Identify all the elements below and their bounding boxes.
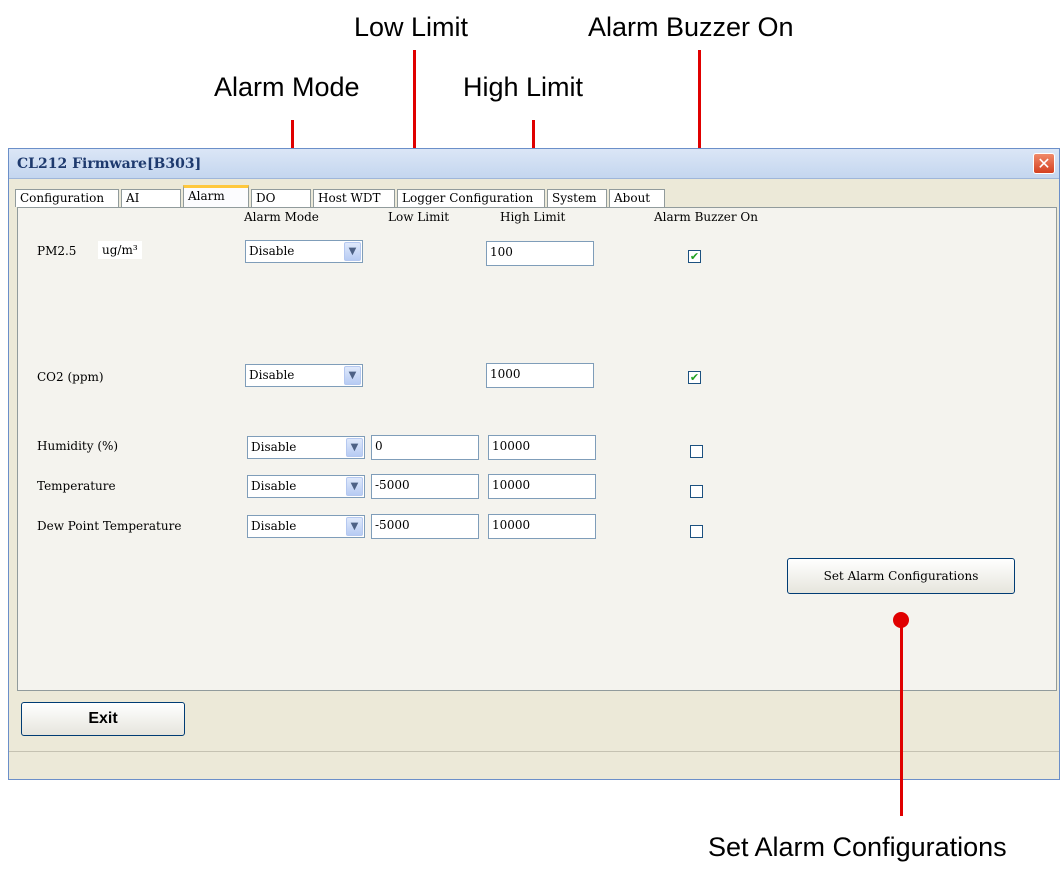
annotation-high-limit: High Limit [463, 72, 584, 102]
close-icon: ✕ [1037, 154, 1051, 173]
row-label-humidity: Humidity (%) [37, 439, 119, 453]
tab-do[interactable]: DO [251, 189, 311, 207]
pm25-high-limit-input[interactable]: 100 [486, 241, 594, 266]
humidity-low-limit-input[interactable]: 0 [371, 435, 479, 460]
dew-point-mode-select[interactable]: Disable ▼ [247, 515, 365, 538]
chevron-down-icon: ▼ [346, 477, 363, 496]
header-low-limit: Low Limit [388, 210, 450, 224]
tab-about[interactable]: About [609, 189, 665, 207]
row-label-dew-point: Dew Point Temperature [37, 519, 182, 533]
annotation-alarm-mode: Alarm Mode [214, 72, 360, 102]
header-alarm-mode: Alarm Mode [244, 210, 319, 224]
tab-ai[interactable]: AI [121, 189, 181, 207]
dew-point-low-limit-input[interactable]: -5000 [371, 514, 479, 539]
tab-host-wdt[interactable]: Host WDT [313, 189, 395, 207]
annotation-low-limit: Low Limit [354, 12, 469, 42]
humidity-mode-select[interactable]: Disable ▼ [247, 436, 365, 459]
annotation-line-set-alarm [900, 620, 903, 816]
co2-mode-select[interactable]: Disable ▼ [245, 364, 363, 387]
chevron-down-icon: ▼ [346, 517, 363, 536]
chevron-down-icon: ▼ [344, 366, 361, 385]
temperature-low-limit-input[interactable]: -5000 [371, 474, 479, 499]
header-high-limit: High Limit [500, 210, 566, 224]
tab-system[interactable]: System [547, 189, 607, 207]
temperature-high-limit-input[interactable]: 10000 [488, 474, 596, 499]
temperature-buzzer-checkbox[interactable] [690, 485, 703, 498]
unit-pm25: ug/m³ [98, 241, 142, 259]
dew-point-buzzer-checkbox[interactable] [690, 525, 703, 538]
co2-high-limit-input[interactable]: 1000 [486, 363, 594, 388]
temperature-mode-select[interactable]: Disable ▼ [247, 475, 365, 498]
chevron-down-icon: ▼ [344, 242, 361, 261]
annotation-set-alarm: Set Alarm Configurations [708, 832, 1007, 862]
dew-point-high-limit-input[interactable]: 10000 [488, 514, 596, 539]
row-label-temperature: Temperature [37, 479, 116, 493]
close-button[interactable]: ✕ [1033, 153, 1055, 174]
row-label-co2: CO2 (ppm) [37, 370, 104, 384]
humidity-high-limit-input[interactable]: 10000 [488, 435, 596, 460]
humidity-buzzer-checkbox[interactable] [690, 445, 703, 458]
title-bar[interactable]: CL212 Firmware[B303] ✕ [9, 149, 1059, 179]
tab-logger-configuration[interactable]: Logger Configuration [397, 189, 545, 207]
row-label-pm25: PM2.5 [37, 244, 77, 258]
header-alarm-buzzer: Alarm Buzzer On [654, 210, 758, 224]
set-alarm-configurations-button[interactable]: Set Alarm Configurations [787, 558, 1015, 594]
pm25-mode-select[interactable]: Disable ▼ [245, 240, 363, 263]
pm25-buzzer-checkbox[interactable]: ✔ [688, 250, 701, 263]
tab-configuration[interactable]: Configuration [15, 189, 119, 207]
exit-button[interactable]: Exit [21, 702, 185, 736]
tab-alarm[interactable]: Alarm [183, 185, 249, 208]
window-title: CL212 Firmware[B303] [17, 156, 202, 172]
co2-buzzer-checkbox[interactable]: ✔ [688, 371, 701, 384]
chevron-down-icon: ▼ [346, 438, 363, 457]
annotation-alarm-buzzer: Alarm Buzzer On [588, 12, 794, 42]
